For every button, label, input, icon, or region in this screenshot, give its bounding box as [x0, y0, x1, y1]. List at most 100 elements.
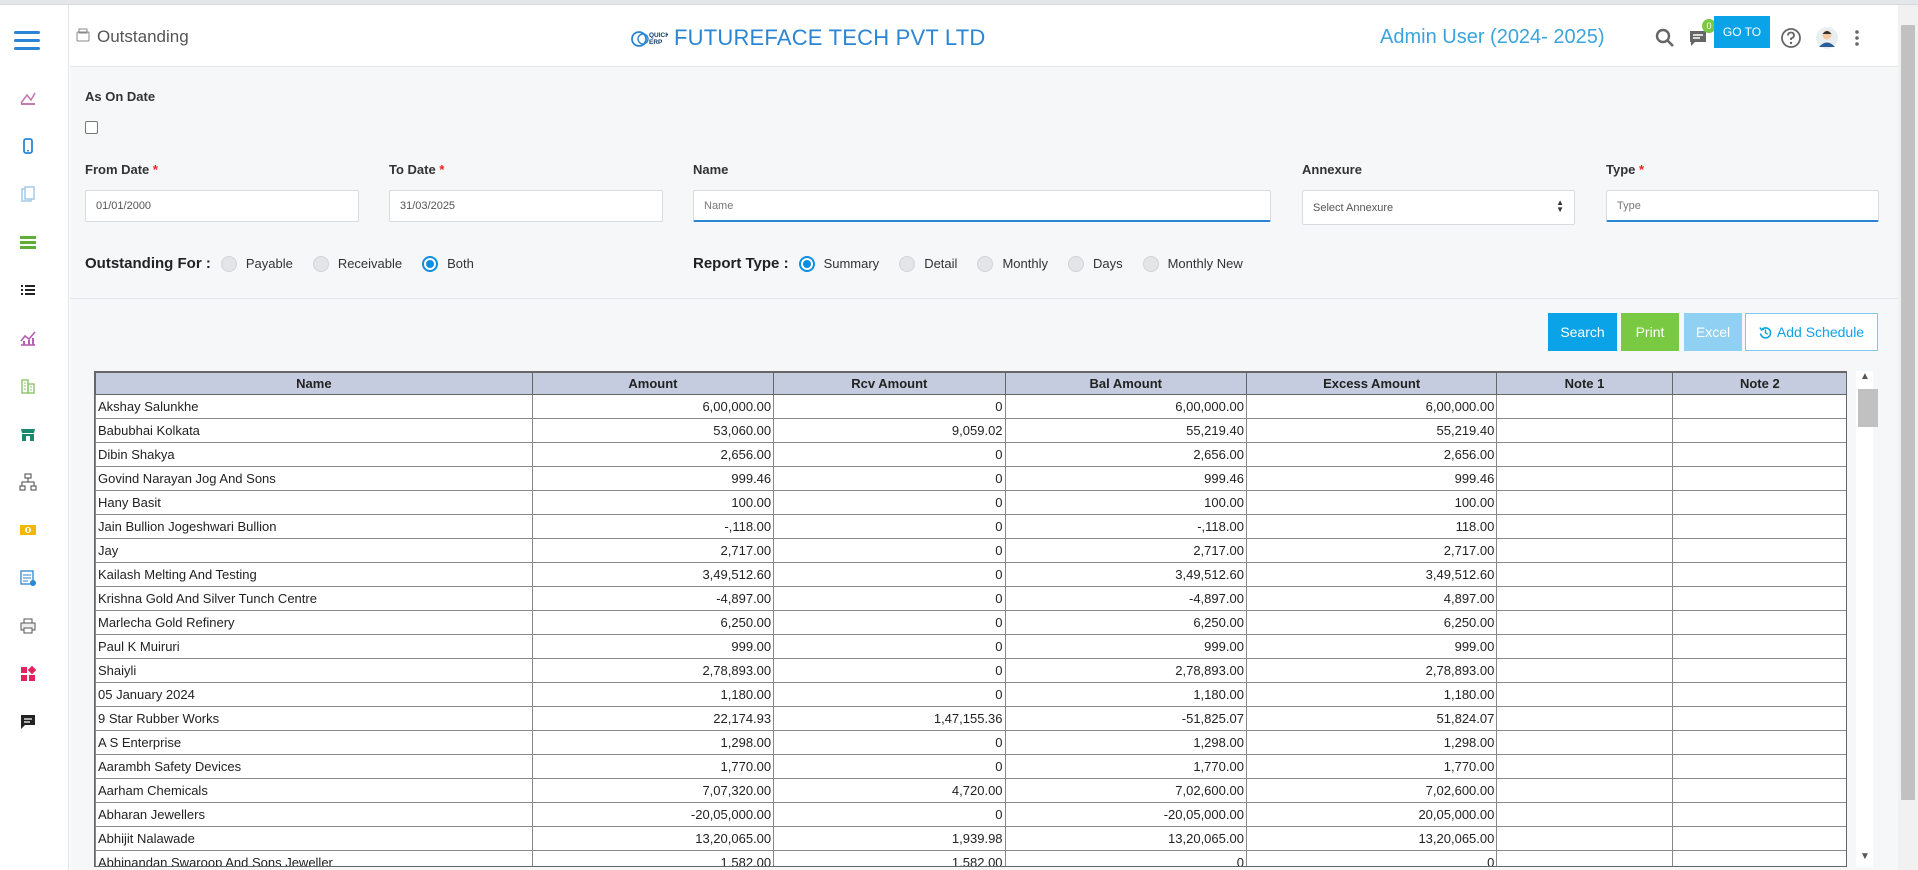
table-row[interactable]: Dibin Shakya 2,656.00 0 2,656.00 2,656.00	[95, 442, 1846, 467]
table-cell: 100.00	[1245, 490, 1498, 515]
table-cell: 53,060.00	[531, 418, 775, 443]
svg-text:QUICK: QUICK	[649, 32, 668, 39]
radio-monthly-new-label[interactable]: Monthly New	[1168, 256, 1243, 271]
table-cell	[1496, 778, 1673, 803]
excel-button[interactable]: Excel	[1684, 313, 1742, 351]
select-arrows-icon: ▲ ▼	[1556, 198, 1564, 214]
avatar-icon[interactable]	[1814, 25, 1840, 51]
radio-payable[interactable]	[220, 255, 237, 272]
annexure-select[interactable]: Select Annexure ▲ ▼	[1302, 190, 1575, 225]
table-row[interactable]: Hany Basit 100.00 0 100.00 100.00	[95, 490, 1846, 515]
radio-receivable[interactable]	[312, 255, 329, 272]
search-button[interactable]: Search	[1548, 313, 1617, 351]
quick-erp-logo: QUICK ERP	[630, 27, 670, 49]
table-row[interactable]: Abhijit Nalawade 13,20,065.00 1,939.98 13,2…	[95, 826, 1846, 851]
table-row[interactable]: Govind Narayan Jog And Sons 999.46 0 999.46…	[95, 466, 1846, 491]
table-scrollbar[interactable]: ▲ ▼	[1856, 371, 1878, 867]
message-icon[interactable]	[19, 713, 37, 731]
page-scrollbar[interactable]	[1898, 5, 1918, 870]
table-cell	[1671, 586, 1846, 611]
table-row[interactable]: Aarham Chemicals 7,07,320.00 4,720.00 7,02,…	[95, 778, 1846, 803]
table-cell: 999.00	[1245, 634, 1498, 659]
col-header-excess-amount[interactable]: Excess Amount	[1245, 372, 1498, 395]
name-input[interactable]: Name	[693, 190, 1271, 222]
from-date-field[interactable]: 01/01/2000	[85, 190, 359, 222]
radio-both-label[interactable]: Both	[447, 256, 474, 271]
radio-days-label[interactable]: Days	[1093, 256, 1123, 271]
table-row[interactable]: Marlecha Gold Refinery 6,250.00 0 6,250.00 6…	[95, 610, 1846, 635]
radio-detail-label[interactable]: Detail	[924, 256, 957, 271]
radio-monthly[interactable]	[977, 255, 994, 272]
goto-button[interactable]: GO TO	[1714, 16, 1770, 48]
table-row[interactable]: Krishna Gold And Silver Tunch Centre -4,8…	[95, 586, 1846, 611]
building-icon[interactable]	[19, 377, 37, 395]
table-row[interactable]: A S Enterprise 1,298.00 0 1,298.00 1,298.00	[95, 730, 1846, 755]
ledger-icon[interactable]	[19, 233, 37, 251]
col-header-note-2[interactable]: Note 2	[1671, 372, 1846, 395]
table-cell: 1,180.00	[1004, 682, 1247, 707]
table-cell	[1671, 394, 1846, 419]
page-scroll-thumb[interactable]	[1901, 25, 1915, 800]
report-icon[interactable]	[19, 89, 37, 107]
table-row[interactable]: Aarambh Safety Devices 1,770.00 0 1,770.00 1…	[95, 754, 1846, 779]
add-schedule-button[interactable]: Add Schedule	[1745, 313, 1878, 351]
table-row[interactable]: Babubhai Kolkata 53,060.00 9,059.02 55,219.…	[95, 418, 1846, 443]
table-cell: 55,219.40	[1245, 418, 1498, 443]
table-row[interactable]: Akshay Salunkhe 6,00,000.00 0 6,00,000.00 6,…	[95, 394, 1846, 419]
radio-monthly-new[interactable]	[1142, 255, 1159, 272]
table-cell: Paul K Muiruri	[95, 634, 533, 659]
table-row[interactable]: Shaiyli 2,78,893.00 0 2,78,893.00 2,78,893.0…	[95, 658, 1846, 683]
as-on-date-checkbox[interactable]	[85, 121, 98, 134]
history-icon	[1759, 326, 1772, 339]
scroll-down-icon[interactable]: ▼	[1860, 851, 1870, 862]
print-button[interactable]: Print	[1621, 313, 1679, 351]
radio-monthly-label[interactable]: Monthly	[1002, 256, 1048, 271]
chat-icon[interactable]: 0	[1685, 19, 1716, 51]
table-cell: Abharan Jewellers	[95, 802, 533, 827]
table-row[interactable]: 9 Star Rubber Works 22,174.93 1,47,155.36-…	[95, 706, 1846, 731]
table-scroll-thumb[interactable]	[1858, 389, 1878, 427]
table-row[interactable]: Kailash Melting And Testing 3,49,512.60 0 3…	[95, 562, 1846, 587]
col-header-amount[interactable]: Amount	[531, 372, 775, 395]
widgets-icon[interactable]	[19, 665, 37, 683]
store-icon[interactable]	[19, 425, 37, 443]
mobile-icon[interactable]	[19, 137, 37, 155]
radio-summary-label[interactable]: Summary	[824, 256, 880, 271]
search-icon[interactable]	[1652, 25, 1678, 51]
cash-icon[interactable]	[19, 521, 37, 539]
col-header-name[interactable]: Name	[95, 372, 533, 395]
chart-icon[interactable]	[19, 329, 37, 347]
table-cell: 2,78,893.00	[1004, 658, 1247, 683]
radio-days[interactable]	[1067, 255, 1084, 272]
radio-receivable-label[interactable]: Receivable	[338, 256, 402, 271]
table-cell: Kailash Melting And Testing	[95, 562, 533, 587]
table-row[interactable]: Abhinandan Swaroop And Sons Jeweller 1,58…	[95, 850, 1846, 866]
documents-icon[interactable]	[19, 185, 37, 203]
printer-icon[interactable]	[19, 617, 37, 635]
radio-payable-label[interactable]: Payable	[246, 256, 293, 271]
radio-detail[interactable]	[899, 255, 916, 272]
radio-both[interactable]	[422, 255, 439, 272]
table-cell: Aarambh Safety Devices	[95, 754, 533, 779]
hierarchy-icon[interactable]	[19, 473, 37, 491]
table-row[interactable]: Jain Bullion Jogeshwari Bullion -,118.00 0…	[95, 514, 1846, 539]
more-menu-icon[interactable]	[1844, 25, 1870, 51]
table-row[interactable]: Paul K Muiruri 999.00 0 999.00 999.00	[95, 634, 1846, 659]
to-date-field[interactable]: 31/03/2025	[389, 190, 663, 222]
list-icon[interactable]	[19, 281, 37, 299]
table-row[interactable]: Jay 2,717.00 0 2,717.00 2,717.00	[95, 538, 1846, 563]
table-cell: 1,582.00	[531, 850, 775, 866]
table-cell: 6,00,000.00	[531, 394, 775, 419]
col-header-note-1[interactable]: Note 1	[1496, 372, 1673, 395]
col-header-rcv-amount[interactable]: Rcv Amount	[773, 372, 1006, 395]
invoice-icon[interactable]	[19, 569, 37, 587]
table-row[interactable]: Abharan Jewellers -20,05,000.00 0 -20,05,00…	[95, 802, 1846, 827]
help-icon[interactable]	[1778, 25, 1804, 51]
radio-summary[interactable]	[798, 255, 815, 272]
scroll-up-icon[interactable]: ▲	[1860, 371, 1870, 382]
menu-toggle-icon[interactable]	[14, 31, 40, 51]
type-input[interactable]: Type	[1606, 190, 1879, 222]
table-row[interactable]: 05 January 2024 1,180.00 0 1,180.00 1,180.00	[95, 682, 1846, 707]
col-header-bal-amount[interactable]: Bal Amount	[1004, 372, 1247, 395]
user-session[interactable]: Admin User (2024- 2025)	[1380, 26, 1605, 49]
